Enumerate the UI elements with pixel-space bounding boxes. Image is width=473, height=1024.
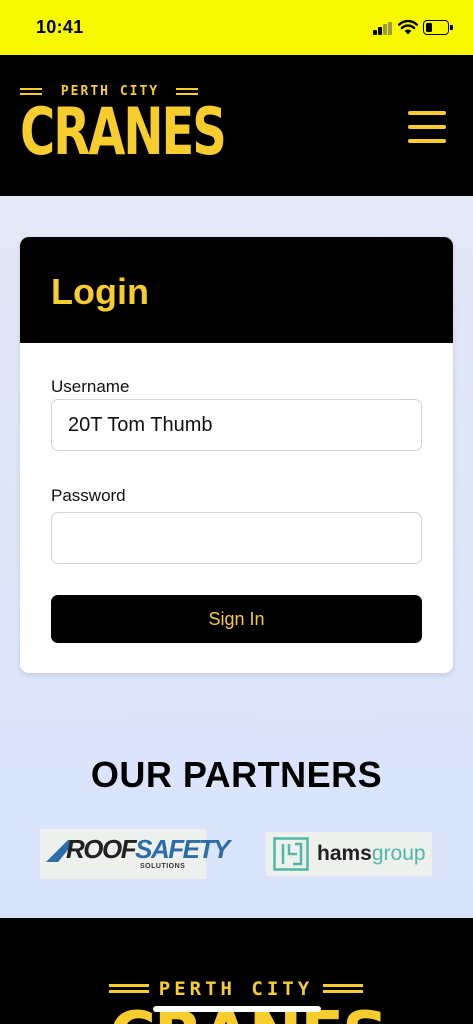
login-card-header: Login <box>20 237 453 343</box>
partner-logo-roof-safety[interactable]: ROOFSAFETY SOLUTIONS <box>40 829 230 879</box>
hams-group-logo-icon <box>273 837 309 871</box>
password-input[interactable] <box>51 512 422 564</box>
roof-safety-name: ROOFSAFETY <box>66 834 230 864</box>
home-indicator[interactable] <box>153 1006 321 1012</box>
login-card: Login Username Password Sign In <box>20 237 453 673</box>
username-label: Username <box>51 377 130 396</box>
logo-main-text: CRANES <box>20 94 227 171</box>
site-header: PERTH CITY CRANES <box>0 55 473 196</box>
hams-group-name: hamsgroup <box>317 842 426 865</box>
password-label: Password <box>51 486 126 505</box>
menu-icon[interactable] <box>408 111 446 143</box>
status-time: 10:41 <box>36 17 84 37</box>
footer-logo-top-line: PERTH CITY <box>109 978 364 1001</box>
partners-title: OUR PARTNERS <box>90 754 383 795</box>
status-bar: 10:41 <box>0 0 473 55</box>
roof-safety-sub: SOLUTIONS <box>140 863 186 870</box>
brand-logo[interactable]: PERTH CITY CRANES <box>20 84 227 169</box>
sign-in-button[interactable]: Sign In <box>51 595 422 643</box>
wifi-icon <box>398 19 418 35</box>
username-input[interactable] <box>51 399 422 451</box>
login-title: Login <box>51 271 149 312</box>
main-content: Login Username Password Sign In OUR PART… <box>0 196 473 918</box>
partner-logo-hams-group[interactable]: hamsgroup <box>266 832 432 876</box>
footer-logo-top-text: PERTH CITY <box>158 978 314 1000</box>
battery-icon <box>423 20 453 35</box>
cellular-signal-icon <box>373 22 393 35</box>
